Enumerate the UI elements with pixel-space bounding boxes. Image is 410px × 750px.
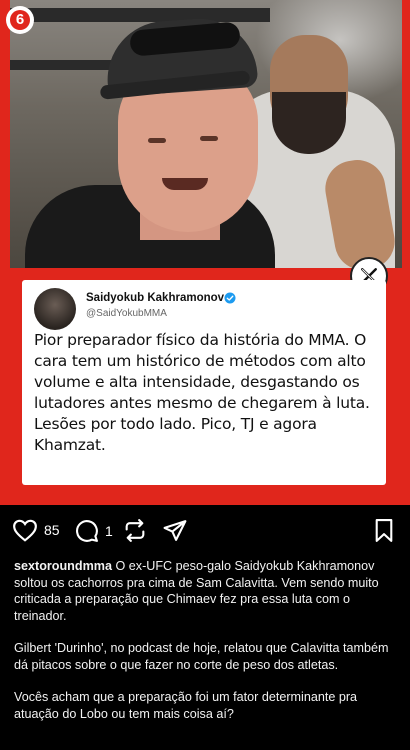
comment-count: 1 — [105, 522, 113, 539]
share-button[interactable] — [162, 518, 188, 543]
caption-username[interactable]: sextoroundmma — [14, 559, 112, 573]
like-button[interactable]: 85 — [12, 518, 60, 542]
avatar — [34, 288, 76, 330]
tweet-card: Saidyokub Kakhramonov @SaidYokubMMA Pior… — [22, 280, 386, 485]
foreground-person-eye — [148, 138, 166, 143]
post-photo — [10, 0, 402, 268]
caption-paragraph: sextoroundmma O ex-UFC peso-galo Saidyok… — [14, 558, 402, 624]
tweet-author-name: Saidyokub Kakhramonov — [86, 292, 225, 304]
post-action-bar: 85 1 — [0, 512, 410, 548]
tweet-text: Pior preparador físico da história do MM… — [34, 331, 370, 454]
caption-paragraph: Gilbert 'Durinho', no podcast de hoje, r… — [14, 641, 389, 672]
foreground-person-mouth — [162, 178, 208, 190]
caption-paragraph: Vocês acham que a preparação foi um fato… — [14, 690, 358, 721]
repost-button[interactable] — [122, 518, 148, 543]
foreground-person-eye — [200, 136, 218, 141]
heart-icon — [13, 519, 37, 542]
tweet-author-handle: @SaidYokubMMA — [86, 308, 167, 319]
gym-machine-bar — [10, 8, 270, 22]
brand-logo: 6 — [6, 6, 34, 34]
like-count: 85 — [44, 522, 60, 538]
post-image[interactable]: 6 Saidyokub Kakhramonov @SaidYokubMMA Pi… — [0, 0, 410, 505]
share-icon — [163, 520, 187, 541]
brand-logo-mark: 6 — [10, 10, 30, 30]
comment-button[interactable]: 1 — [74, 518, 113, 543]
bookmark-button[interactable] — [373, 518, 395, 543]
comment-icon — [76, 520, 98, 542]
bookmark-icon — [375, 519, 393, 542]
repost-icon — [125, 519, 145, 542]
post-caption: sextoroundmma O ex-UFC peso-galo Saidyok… — [14, 558, 402, 738]
verified-icon — [224, 291, 236, 304]
